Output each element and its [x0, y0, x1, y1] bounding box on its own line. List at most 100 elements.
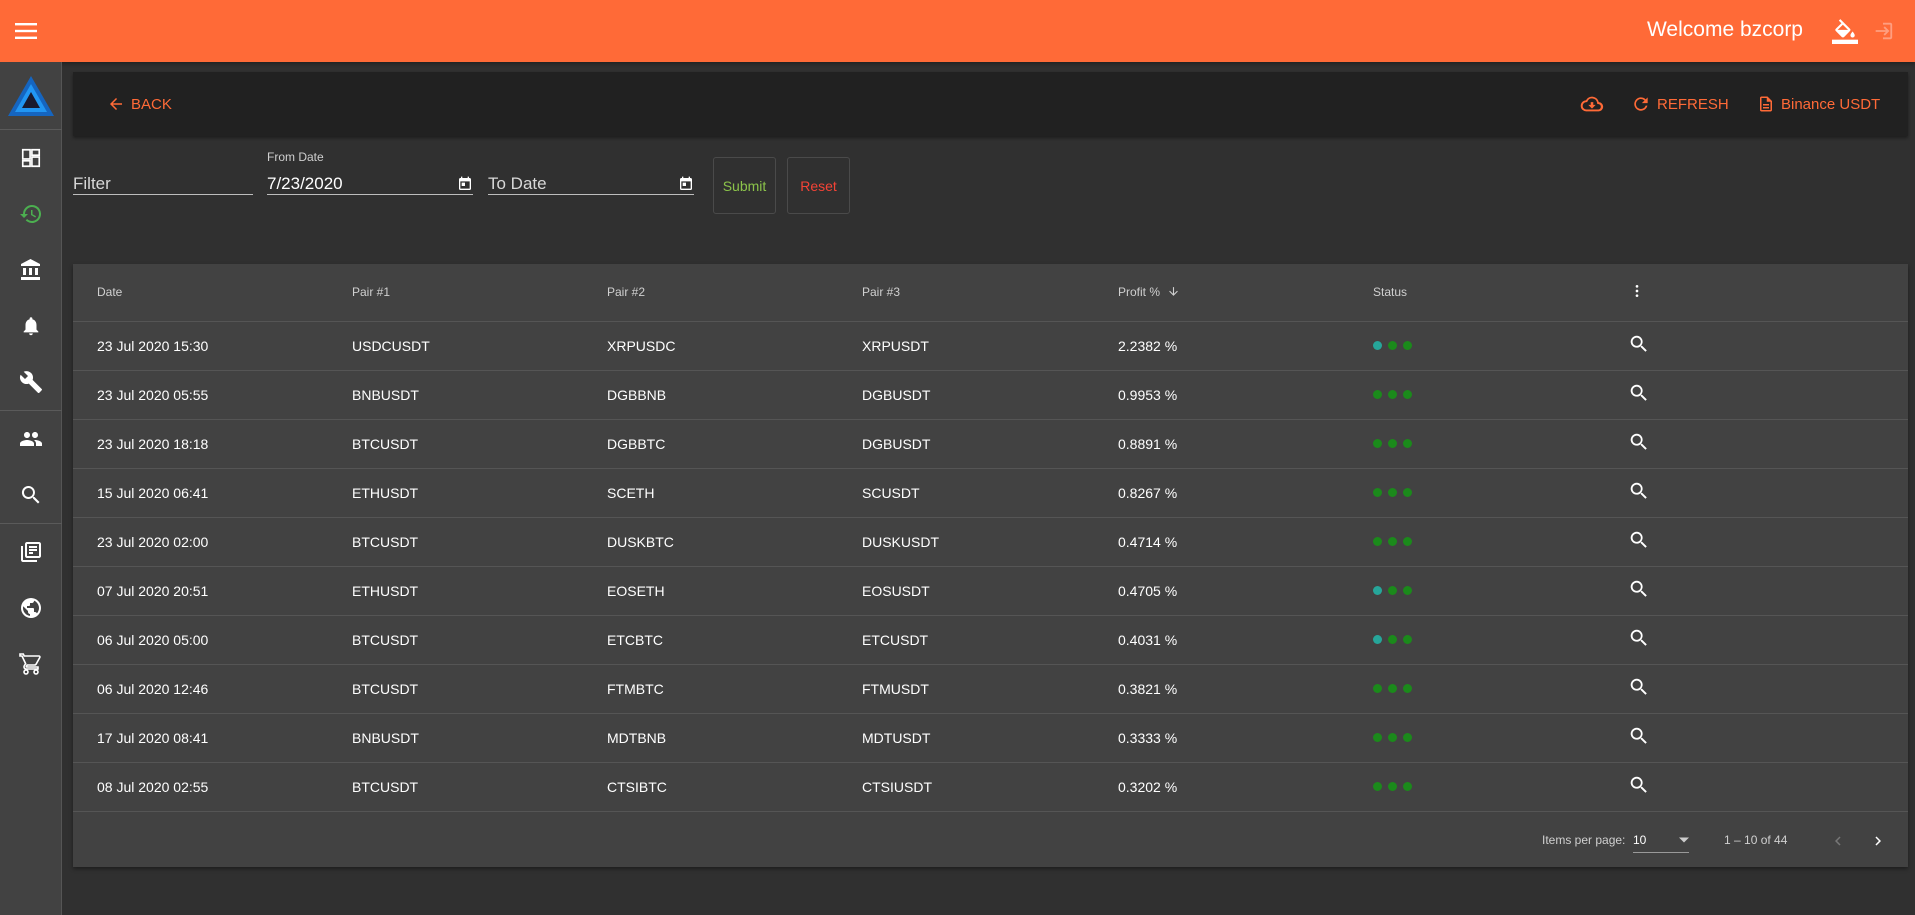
cell-pair1: BTCUSDT — [352, 419, 607, 469]
to-date-placeholder: To Date — [488, 173, 547, 193]
page-size-select[interactable]: 10 — [1633, 827, 1689, 853]
table-row[interactable]: 08 Jul 2020 02:55 BTCUSDT CTSIBTC CTSIUSDT 0… — [73, 762, 1908, 812]
back-button[interactable]: BACK — [107, 92, 172, 116]
table-row[interactable]: 23 Jul 2020 18:18 BTCUSDT DGBBTC DGBUSDT 0.8… — [73, 419, 1908, 469]
cell-pair3: XRPUSDT — [862, 321, 1118, 371]
cell-pair1: BTCUSDT — [352, 615, 607, 665]
table-row[interactable]: 23 Jul 2020 02:00 BTCUSDT DUSKBTC DUSKUSDT 0… — [73, 517, 1908, 567]
status-indicators — [1373, 341, 1628, 350]
dropdown-arrow-icon — [1679, 837, 1689, 842]
column-header-pair3[interactable]: Pair #3 — [862, 264, 1118, 322]
view-details-button[interactable] — [1628, 578, 1650, 600]
status-dot — [1373, 488, 1382, 497]
cell-status — [1373, 713, 1628, 763]
logout-button[interactable] — [1869, 17, 1897, 45]
cell-actions — [1628, 517, 1908, 567]
column-header-status[interactable]: Status — [1373, 264, 1628, 322]
cell-date: 15 Jul 2020 06:41 — [73, 468, 352, 518]
table-row[interactable]: 07 Jul 2020 20:51 ETHUSDT EOSETH EOSUSDT 0.4… — [73, 566, 1908, 616]
filter-input[interactable]: Filter — [73, 165, 253, 195]
cell-status — [1373, 517, 1628, 567]
table-row[interactable]: 23 Jul 2020 05:55 BNBUSDT DGBBNB DGBUSDT 0.9… — [73, 370, 1908, 420]
cell-pair1: USDCUSDT — [352, 321, 607, 371]
from-date-field[interactable]: From Date 7/23/2020 — [267, 150, 473, 195]
sidebar-item-globe[interactable] — [0, 580, 62, 636]
cell-profit: 0.3821 % — [1118, 664, 1373, 714]
view-details-button[interactable] — [1628, 529, 1650, 551]
table-row[interactable]: 06 Jul 2020 12:46 BTCUSDT FTMBTC FTMUSDT 0.3… — [73, 664, 1908, 714]
cell-actions — [1628, 321, 1908, 371]
sidebar-item-cart[interactable] — [0, 636, 62, 692]
more-vert-button[interactable] — [1628, 281, 1645, 301]
sidebar-item-tools[interactable] — [0, 354, 62, 410]
view-details-button[interactable] — [1628, 333, 1650, 355]
sidebar-item-library[interactable] — [0, 524, 62, 580]
status-dot — [1373, 586, 1382, 595]
table-row[interactable]: 17 Jul 2020 08:41 BNBUSDT MDTBNB MDTUSDT 0.3… — [73, 713, 1908, 763]
sidebar-item-search[interactable] — [0, 467, 62, 523]
sidebar-item-notifications[interactable] — [0, 298, 62, 354]
cart-icon — [19, 653, 41, 675]
globe-icon — [21, 598, 41, 618]
search-icon — [1630, 531, 1647, 548]
submit-button[interactable]: Submit — [713, 157, 776, 214]
status-dot — [1388, 488, 1397, 497]
view-details-button[interactable] — [1628, 382, 1650, 404]
view-details-button[interactable] — [1628, 774, 1650, 796]
from-date-input[interactable]: 7/23/2020 — [267, 165, 473, 195]
paint-bucket-icon — [1832, 19, 1858, 44]
menu-icon — [15, 23, 37, 39]
status-indicators — [1373, 684, 1628, 693]
status-indicators — [1373, 586, 1628, 595]
previous-page-button[interactable] — [1824, 827, 1852, 855]
status-dot — [1388, 782, 1397, 791]
to-date-input[interactable]: To Date — [488, 165, 694, 195]
status-dot — [1403, 390, 1412, 399]
column-header-pair1[interactable]: Pair #1 — [352, 264, 607, 322]
view-details-button[interactable] — [1628, 431, 1650, 453]
view-details-button[interactable] — [1628, 627, 1650, 649]
sidebar-item-users[interactable] — [0, 411, 62, 467]
to-date-field[interactable]: To Date — [488, 150, 694, 195]
exchange-button[interactable]: Binance USDT — [1757, 92, 1880, 116]
reset-button[interactable]: Reset — [787, 157, 850, 214]
status-indicators — [1373, 733, 1628, 742]
cell-pair3: EOSUSDT — [862, 566, 1118, 616]
view-details-button[interactable] — [1628, 676, 1650, 698]
cell-pair3: FTMUSDT — [862, 664, 1118, 714]
next-page-button[interactable] — [1864, 827, 1892, 855]
cell-pair2: EOSETH — [607, 566, 862, 616]
sidebar-item-dashboard[interactable] — [0, 130, 62, 186]
page-range-label: 1 – 10 of 44 — [1724, 833, 1788, 847]
theme-button[interactable] — [1831, 17, 1859, 45]
filter-field[interactable]: Filter — [73, 150, 253, 195]
cell-pair3: DGBUSDT — [862, 419, 1118, 469]
calendar-icon[interactable] — [678, 176, 694, 192]
view-details-button[interactable] — [1628, 725, 1650, 747]
sidebar-item-bank[interactable] — [0, 242, 62, 298]
cell-pair2: FTMBTC — [607, 664, 862, 714]
cell-pair1: ETHUSDT — [352, 566, 607, 616]
table-row[interactable]: 23 Jul 2020 15:30 USDCUSDT XRPUSDC XRPUSDT 2… — [73, 321, 1908, 371]
table-row[interactable]: 15 Jul 2020 06:41 ETHUSDT SCETH SCUSDT 0.826… — [73, 468, 1908, 518]
cell-pair1: BTCUSDT — [352, 517, 607, 567]
status-dot — [1373, 537, 1382, 546]
download-button[interactable] — [1579, 92, 1611, 116]
cell-date: 08 Jul 2020 02:55 — [73, 762, 352, 812]
sidebar-item-history[interactable] — [0, 186, 62, 242]
status-dot — [1403, 684, 1412, 693]
column-header-pair2[interactable]: Pair #2 — [607, 264, 862, 322]
status-dot — [1373, 733, 1382, 742]
table-row[interactable]: 06 Jul 2020 05:00 BTCUSDT ETCBTC ETCUSDT 0.4… — [73, 615, 1908, 665]
view-details-button[interactable] — [1628, 480, 1650, 502]
people-icon — [20, 432, 42, 446]
calendar-icon[interactable] — [457, 176, 473, 192]
column-header-date[interactable]: Date — [73, 264, 352, 322]
status-indicators — [1373, 488, 1628, 497]
menu-button[interactable] — [0, 0, 52, 62]
cell-date: 23 Jul 2020 05:55 — [73, 370, 352, 420]
cell-date: 06 Jul 2020 12:46 — [73, 664, 352, 714]
column-header-profit[interactable]: Profit % — [1118, 264, 1373, 322]
refresh-button[interactable]: REFRESH — [1631, 92, 1729, 116]
status-indicators — [1373, 782, 1628, 791]
